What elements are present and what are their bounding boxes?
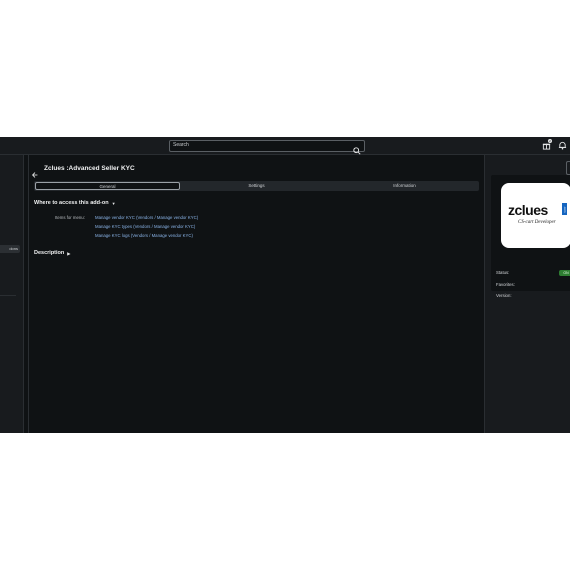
page-title: Zclues :Advanced Seller KYC: [44, 164, 135, 172]
sidebar-item-addons[interactable]: dons: [0, 245, 20, 253]
search-input[interactable]: Search: [169, 140, 365, 155]
sidebar: dons: [0, 155, 24, 433]
favorites-label: Favorites:: [496, 282, 515, 287]
access-heading: Where to access this add-on: [34, 200, 109, 206]
addon-logo: zclues .com CS-cart Developer: [501, 183, 570, 248]
items-for-menu-label: Items for menu:: [55, 215, 85, 220]
main-content: Zclues :Advanced Seller KYC General Sett…: [28, 155, 484, 433]
bell-icon[interactable]: [558, 141, 567, 150]
gift-icon[interactable]: 2: [542, 139, 552, 150]
menu-link-manage-kyc-types[interactable]: Manage KYC types (Vendors / Manage vendo…: [95, 224, 195, 229]
logo-tagline: CS-cart Developer: [518, 220, 556, 225]
back-arrow-icon[interactable]: [32, 165, 38, 178]
top-bar: Search 2: [0, 137, 570, 155]
logo-text: zclues: [508, 202, 548, 218]
caret-right-icon: ▶: [67, 250, 71, 256]
status-label: Status:: [496, 270, 510, 275]
title-row: Zclues :Advanced Seller KYC: [32, 163, 135, 178]
access-section-toggle[interactable]: Where to access this add-on ▼: [34, 200, 116, 206]
sidebar-divider: [0, 295, 16, 296]
tab-bar: General Settings Information: [34, 181, 479, 191]
notification-badge: 2: [548, 139, 552, 143]
menu-link-manage-kyc-logs[interactable]: Manage KYC logs (Vendors / Manage vendor…: [95, 233, 193, 238]
search-icon[interactable]: [353, 142, 361, 155]
caret-down-icon: ▼: [111, 200, 116, 206]
description-heading: Description: [34, 250, 65, 256]
tab-information[interactable]: Information: [332, 181, 477, 191]
tab-general[interactable]: General: [35, 182, 180, 190]
search-placeholder: Search: [173, 142, 189, 148]
menu-link-manage-vendor-kyc[interactable]: Manage vendor KYC (Vendors / Manage vend…: [95, 215, 198, 220]
app-window: Search 2 dons Zclues :Advanced Seller KY…: [0, 137, 570, 433]
tab-settings[interactable]: Settings: [184, 181, 329, 191]
logo-suffix: .com: [562, 203, 567, 215]
description-section-toggle[interactable]: Description ▶: [34, 250, 70, 256]
version-label: Version:: [496, 293, 512, 298]
panel-edge-button[interactable]: [566, 161, 570, 175]
status-badge[interactable]: ON: [559, 270, 570, 276]
addon-info-panel: zclues .com CS-cart Developer Status: ON…: [484, 155, 570, 433]
